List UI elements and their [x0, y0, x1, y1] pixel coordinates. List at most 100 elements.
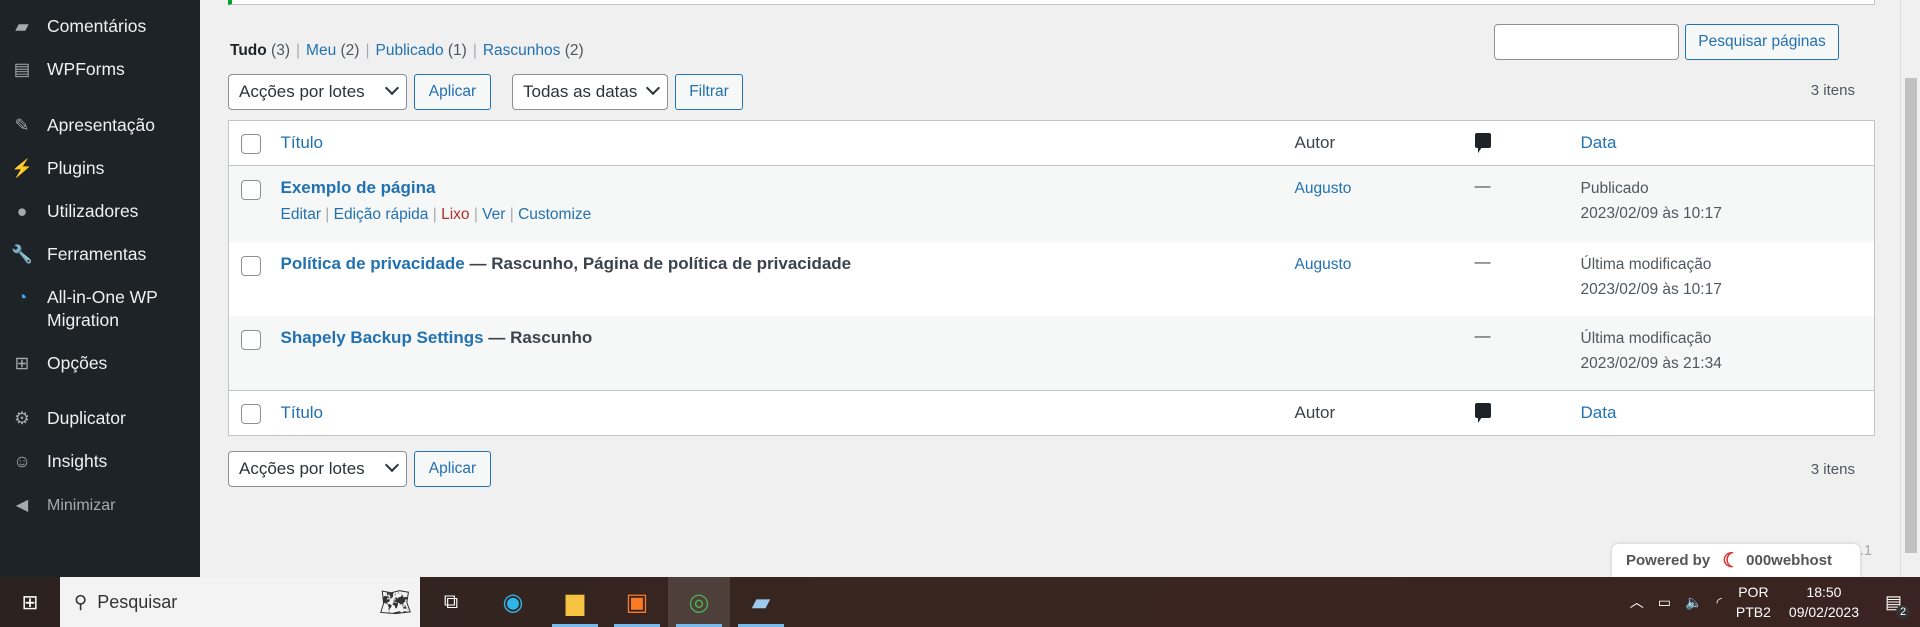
separator: |: [472, 42, 477, 59]
battery-icon[interactable]: ▭: [1658, 594, 1671, 611]
webhost-logo-icon: ☾: [1722, 550, 1741, 572]
view-count: (1): [447, 42, 467, 59]
lang-code: POR: [1738, 584, 1769, 600]
chevron-down-icon: [384, 457, 400, 473]
clock-time: 18:50: [1806, 584, 1842, 600]
sidebar-item-label: Opções: [47, 353, 108, 373]
sort-date-link-bottom[interactable]: Data: [1581, 403, 1617, 422]
bulk-actions-select-bottom[interactable]: Acções por lotes: [228, 451, 407, 487]
notifications-button[interactable]: ▤ 2: [1885, 592, 1910, 619]
pages-table: Título Autor Data Exemplo de página Edit…: [228, 120, 1875, 436]
xampp-app[interactable]: ▣: [606, 577, 668, 627]
view-count: (2): [564, 42, 584, 59]
item-count-top: 3 itens: [1810, 82, 1855, 99]
powered-by-label: Powered by: [1626, 552, 1711, 569]
notepad-app[interactable]: ▰: [730, 577, 792, 627]
trash-link[interactable]: Lixo: [441, 206, 469, 223]
comment-icon[interactable]: [1474, 133, 1491, 153]
row-checkbox[interactable]: [241, 329, 261, 350]
sidebar-item-all-in-one-wp-migration[interactable]: ◔ All-in-One WP Migration: [0, 286, 170, 332]
notification-count: 2: [1896, 604, 1910, 619]
filter-button[interactable]: Filtrar: [675, 74, 743, 110]
sidebar-item-label: Minimizar: [47, 497, 116, 514]
sidebar-item-comentarios[interactable]: ▰ Comentários: [0, 15, 200, 38]
sort-title-link[interactable]: Título: [281, 133, 324, 152]
date-status: Última modificação: [1580, 329, 1712, 347]
taskbar-search[interactable]: ⚲ Pesquisar 🗺: [60, 577, 420, 627]
date-filter-select[interactable]: Todas as datas: [512, 74, 668, 110]
view-mine[interactable]: Meu: [306, 42, 336, 59]
sidebar-item-label: Ferramentas: [47, 244, 147, 264]
sidebar-item-duplicator[interactable]: ⚙ Duplicator: [0, 407, 200, 430]
table-footer-row: Título Autor Data: [228, 390, 1875, 436]
comment-count: —: [1474, 253, 1491, 271]
apply-button-top[interactable]: Aplicar: [414, 74, 491, 110]
row-checkbox[interactable]: [241, 255, 261, 276]
sidebar-item-ferramentas[interactable]: 🔧 Ferramentas: [0, 243, 200, 266]
sort-date-link[interactable]: Data: [1581, 133, 1617, 152]
sidebar-collapse-button[interactable]: ◀ Minimizar: [0, 494, 200, 517]
comment-icon: ▰: [15, 15, 29, 36]
volume-icon[interactable]: 🔈: [1685, 594, 1702, 611]
row-actions: Editar | Edição rápida | Lixo | Ver | Cu…: [280, 206, 592, 223]
view-link[interactable]: Ver: [482, 206, 505, 223]
view-drafts[interactable]: Rascunhos: [483, 42, 561, 59]
view-all[interactable]: Tudo: [230, 42, 267, 59]
select-all-checkbox-bottom[interactable]: [241, 403, 261, 424]
row-checkbox[interactable]: [241, 180, 261, 200]
author-column-header: Autor: [1294, 120, 1475, 166]
edit-link[interactable]: Editar: [281, 206, 322, 223]
chevron-up-icon[interactable]: ︿: [1630, 592, 1644, 612]
sidebar-item-opcoes[interactable]: ⊞ Opções: [0, 352, 200, 375]
start-button[interactable]: ⊞: [0, 577, 60, 627]
view-published[interactable]: Publicado: [375, 42, 443, 59]
select-value: Acções por lotes: [239, 459, 365, 478]
clock[interactable]: 18:50 09/02/2023: [1789, 582, 1859, 622]
date-status: Publicado: [1580, 180, 1649, 197]
powered-by-badge[interactable]: Powered by ☾ 000webhost: [1612, 544, 1860, 577]
search-placeholder: Pesquisar: [97, 591, 178, 612]
search-pages-input[interactable]: [1494, 24, 1679, 60]
sidebar-item-apresentacao[interactable]: ✎ Apresentação: [0, 114, 200, 137]
page-scrollbar[interactable]: [1900, 0, 1920, 577]
customize-link[interactable]: Customize: [518, 206, 591, 223]
select-all-checkbox[interactable]: [241, 133, 261, 154]
separator: |: [365, 42, 370, 59]
users-icon: ●: [16, 200, 28, 221]
sidebar-item-wpforms[interactable]: ▤ WPForms: [0, 58, 200, 81]
apply-button-bottom[interactable]: Aplicar: [414, 451, 491, 487]
status-filter-links: Tudo (3) | Meu (2) | Publicado (1) | Rascunhos…: [230, 42, 584, 60]
task-view-button[interactable]: ⧉: [420, 577, 482, 627]
bulk-actions-select-top[interactable]: Acções por lotes: [228, 74, 407, 110]
chrome-icon: ◎: [688, 588, 710, 616]
item-count-bottom: 3 itens: [1810, 461, 1855, 478]
wifi-icon[interactable]: ◜: [1716, 594, 1721, 611]
page-title-link[interactable]: Shapely Backup Settings: [281, 328, 484, 347]
comment-icon[interactable]: [1474, 403, 1491, 423]
language-indicator[interactable]: POR PTB2: [1736, 582, 1771, 622]
quick-edit-link[interactable]: Edição rápida: [334, 206, 429, 223]
sidebar-item-utilizadores[interactable]: ● Utilizadores: [0, 200, 200, 223]
select-value: Todas as datas: [523, 82, 638, 101]
search-pages-button[interactable]: Pesquisar páginas: [1685, 24, 1839, 60]
chevron-down-icon: [645, 80, 661, 96]
page-title-link[interactable]: Política de privacidade: [281, 254, 465, 273]
select-value: Acções por lotes: [239, 82, 365, 101]
author-link[interactable]: Augusto: [1295, 180, 1352, 197]
file-explorer-app[interactable]: ▆: [544, 577, 606, 627]
migration-icon: ◔: [16, 286, 28, 307]
sidebar-item-insights[interactable]: ☺ Insights: [0, 450, 200, 473]
collapse-icon: ◀: [15, 496, 29, 514]
comment-count: —: [1474, 327, 1491, 345]
sidebar-item-plugins[interactable]: ⚡ Plugins: [0, 157, 200, 180]
author-link[interactable]: Augusto: [1295, 256, 1352, 273]
sidebar-item-label: WPForms: [47, 59, 125, 79]
scrollbar-thumb[interactable]: [1905, 78, 1917, 553]
edge-app[interactable]: ◉: [482, 577, 544, 627]
wpforms-icon: ▤: [13, 58, 31, 79]
insights-icon: ☺: [13, 450, 31, 471]
page-title-link[interactable]: Exemplo de página: [281, 178, 436, 197]
sort-title-link-bottom[interactable]: Título: [281, 403, 324, 422]
chrome-app[interactable]: ◎: [668, 577, 730, 627]
separator: |: [296, 42, 301, 59]
